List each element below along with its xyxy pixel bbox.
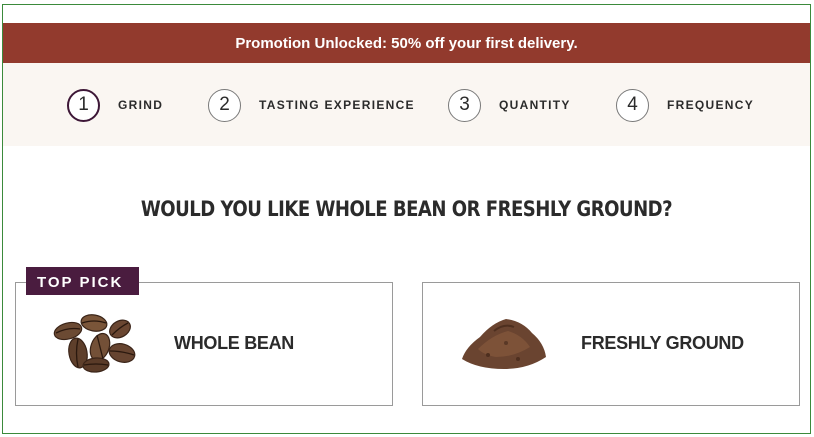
step-tasting-experience[interactable]: 2 TASTING EXPERIENCE [208, 87, 415, 123]
ground-coffee-image [462, 319, 546, 369]
whole-bean-option[interactable]: WHOLE BEAN [15, 282, 393, 406]
step-quantity[interactable]: 3 QUANTITY [448, 87, 571, 123]
promo-banner: Promotion Unlocked: 50% off your first d… [3, 23, 810, 63]
freshly-ground-option[interactable]: FRESHLY GROUND [422, 282, 800, 406]
promo-text: Promotion Unlocked: 50% off your first d… [235, 34, 578, 52]
step-number-circle: 4 [616, 88, 649, 122]
page-frame: Promotion Unlocked: 50% off your first d… [2, 4, 811, 434]
step-number-circle: 3 [448, 88, 481, 122]
step-label: QUANTITY [499, 98, 571, 112]
coffee-beans-image [53, 314, 136, 373]
step-frequency[interactable]: 4 FREQUENCY [616, 87, 754, 123]
step-progress: 1 GRIND 2 TASTING EXPERIENCE 3 QUANTITY … [3, 63, 810, 146]
option-title: WHOLE BEAN [174, 333, 294, 353]
step-grind[interactable]: 1 GRIND [67, 87, 163, 123]
step-label: TASTING EXPERIENCE [259, 98, 415, 112]
question-heading: WOULD YOU LIKE WHOLE BEAN OR FRESHLY GRO… [140, 197, 673, 221]
step-label: GRIND [118, 98, 164, 112]
option-title: FRESHLY GROUND [581, 333, 744, 353]
step-number-circle: 2 [208, 88, 241, 122]
step-number-circle: 1 [67, 88, 100, 122]
top-pick-badge: TOP PICK [26, 267, 139, 295]
step-label: FREQUENCY [667, 98, 755, 112]
